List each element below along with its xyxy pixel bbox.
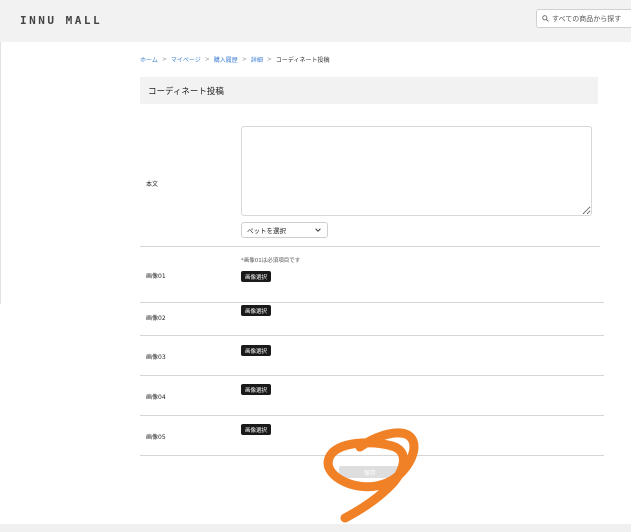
site-logo[interactable]: INNU MALL: [20, 14, 102, 27]
page-footer: [0, 524, 631, 532]
breadcrumb-separator: >: [266, 56, 272, 63]
image05-select-button[interactable]: 画像選択: [241, 424, 272, 435]
breadcrumb-mypage[interactable]: マイページ: [171, 55, 201, 64]
breadcrumb-separator: >: [204, 56, 210, 63]
breadcrumb-detail[interactable]: 詳細: [251, 55, 263, 64]
body-textarea[interactable]: [241, 126, 592, 216]
breadcrumb-separator: >: [241, 56, 247, 63]
breadcrumb-separator: >: [161, 56, 167, 63]
search-box[interactable]: [536, 9, 631, 28]
breadcrumb-current: コーディネート投稿: [275, 57, 330, 64]
page-title: コーディネート投稿: [148, 86, 224, 97]
image02-select-button[interactable]: 画像選択: [241, 305, 272, 316]
row-divider: [140, 246, 600, 247]
breadcrumb-home[interactable]: ホーム: [140, 55, 158, 64]
breadcrumb-purchase-history[interactable]: 購入履歴: [214, 55, 238, 64]
page-title-bar: コーディネート投稿: [140, 77, 598, 104]
row-divider: [140, 455, 604, 456]
pet-select[interactable]: ペットを選択: [241, 222, 328, 238]
image01-label: 画像01: [146, 273, 166, 280]
body-label: 本文: [146, 181, 159, 188]
row-divider: [140, 302, 604, 303]
chevron-down-icon: [315, 228, 321, 232]
row-divider: [140, 375, 604, 376]
left-border: [0, 42, 1, 304]
breadcrumb: ホーム > マイページ > 購入履歴 > 詳細 > コーディネート投稿: [140, 55, 329, 64]
image02-label: 画像02: [146, 315, 166, 322]
search-input[interactable]: [549, 14, 631, 23]
site-header: INNU MALL: [0, 0, 631, 42]
row-divider: [140, 335, 604, 336]
image05-label: 画像05: [146, 434, 166, 441]
image01-select-button[interactable]: 画像選択: [241, 271, 272, 282]
image03-select-button[interactable]: 画像選択: [241, 345, 272, 356]
save-button[interactable]: 保存: [339, 466, 401, 478]
search-icon: [542, 15, 549, 22]
pet-select-value: ペットを選択: [247, 227, 286, 235]
row-divider: [140, 415, 604, 416]
image04-label: 画像04: [146, 394, 166, 401]
image03-label: 画像03: [146, 354, 166, 361]
required-note: *画像01は必須項目です: [241, 258, 301, 264]
image04-select-button[interactable]: 画像選択: [241, 384, 272, 395]
